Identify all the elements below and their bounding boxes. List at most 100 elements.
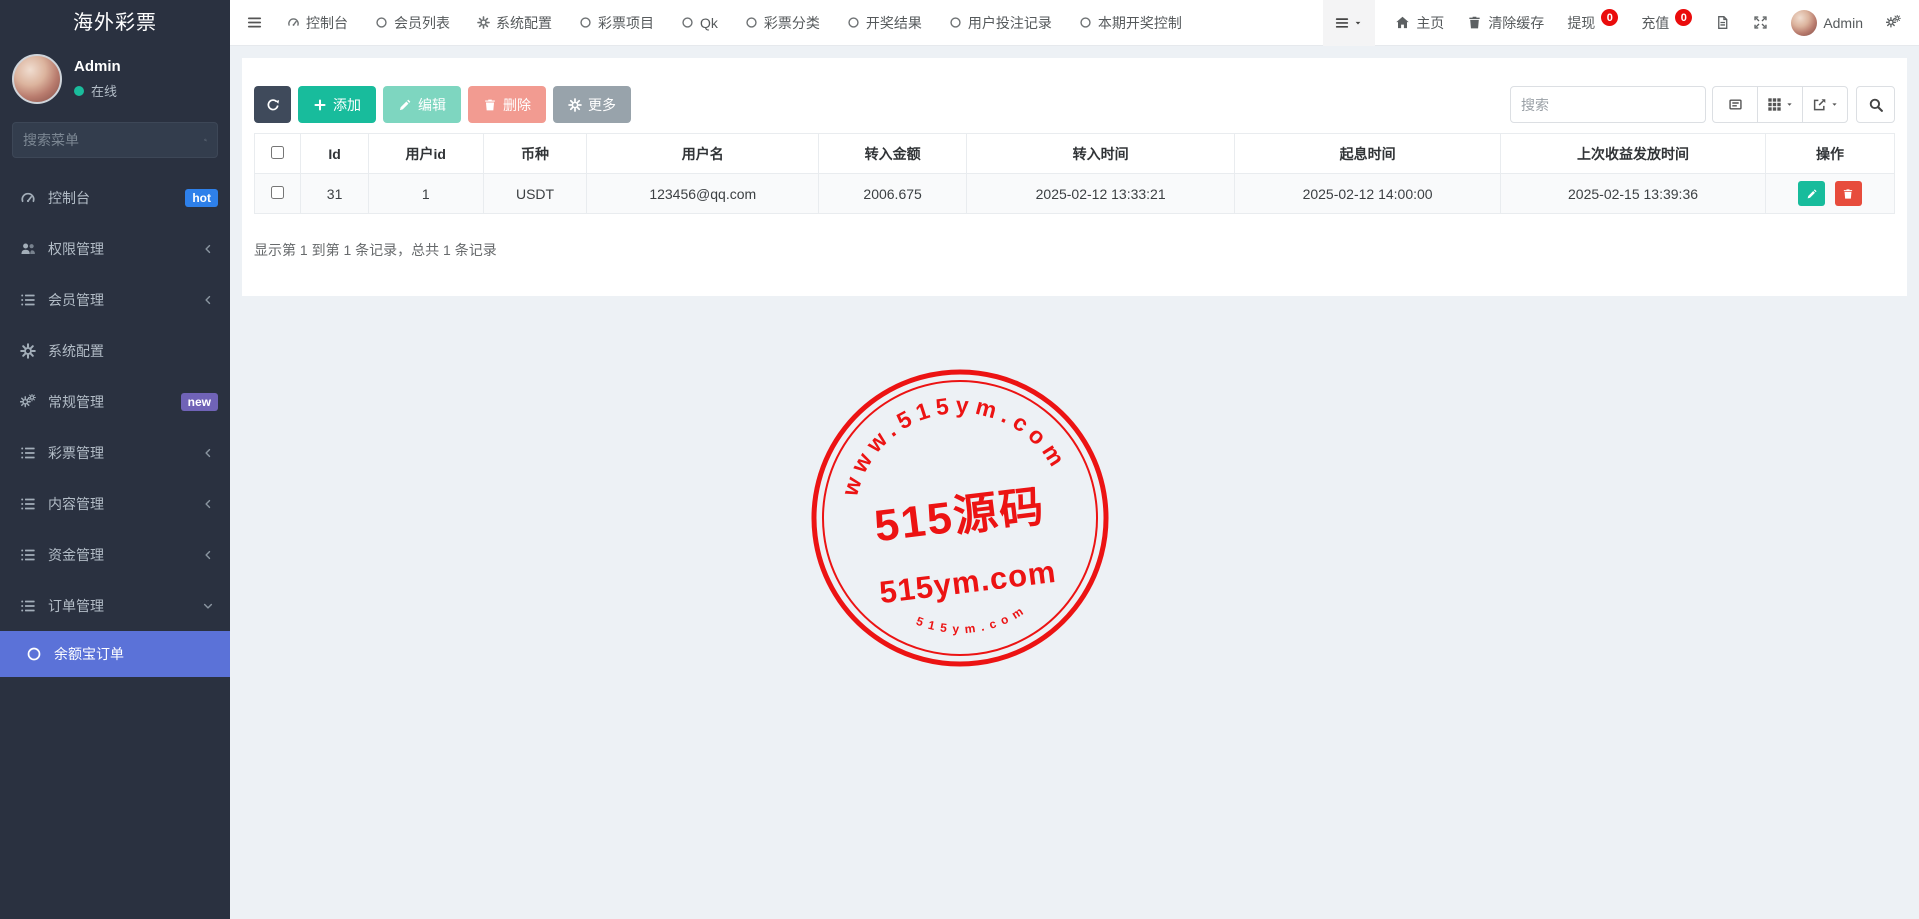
topbar-user[interactable]: Admin — [1791, 10, 1863, 36]
cell-amount: 2006.675 — [819, 174, 967, 214]
docs-button[interactable] — [1715, 15, 1730, 30]
topbar-right: 主页 清除缓存 提现 0 充值 0 — [1375, 10, 1919, 36]
column-header-interest-time: 起息时间 — [1235, 134, 1501, 174]
tab-member-list[interactable]: 会员列表 — [375, 13, 450, 33]
tab-qk[interactable]: Qk — [681, 15, 718, 31]
tab-label: 会员列表 — [394, 13, 450, 33]
fullscreen-button[interactable] — [1753, 15, 1768, 30]
sidebar-item-members[interactable]: 会员管理 — [0, 274, 230, 325]
tab-draw-control[interactable]: 本期开奖控制 — [1079, 13, 1182, 33]
home-button[interactable]: 主页 — [1395, 13, 1444, 33]
hot-badge: hot — [185, 189, 218, 207]
menu-toggle-icon[interactable] — [246, 15, 263, 30]
stamp-sub-text: 515ym.com — [877, 554, 1058, 610]
sidebar-item-orders[interactable]: 订单管理 — [0, 580, 230, 631]
more-button[interactable]: 更多 — [553, 86, 631, 123]
row-select-cell — [255, 174, 301, 214]
sidebar-search-input[interactable] — [23, 132, 204, 148]
tab-draw-results[interactable]: 开奖结果 — [847, 13, 922, 33]
tab-label: 开奖结果 — [866, 13, 922, 33]
export-icon — [1812, 97, 1827, 112]
select-all-cell — [255, 134, 301, 174]
chevron-left-icon — [202, 549, 214, 561]
tab-lottery-categories[interactable]: 彩票分类 — [745, 13, 820, 33]
sidebar-item-funds[interactable]: 资金管理 — [0, 529, 230, 580]
tab-system-config[interactable]: 系统配置 — [477, 13, 552, 33]
recharge-button[interactable]: 充值 0 — [1641, 13, 1692, 33]
cell-interest-time: 2025-02-12 14:00:00 — [1235, 174, 1501, 214]
table-header-row: Id 用户id 币种 用户名 转入金额 转入时间 起息时间 上次收益发放时间 操… — [255, 134, 1895, 174]
table-row[interactable]: 31 1 USDT 123456@qq.com 2006.675 2025-02… — [255, 174, 1895, 214]
delete-button[interactable]: 删除 — [468, 86, 546, 123]
tab-label: Qk — [700, 15, 718, 31]
tachometer-icon — [20, 190, 36, 206]
avatar[interactable] — [12, 54, 62, 104]
sidebar-item-permissions[interactable]: 权限管理 — [0, 223, 230, 274]
column-header-transfer-time: 转入时间 — [967, 134, 1235, 174]
column-header-user-id: 用户id — [368, 134, 483, 174]
sidebar-item-dashboard[interactable]: 控制台 hot — [0, 172, 230, 223]
chevron-left-icon — [202, 447, 214, 459]
sidebar-item-label: 控制台 — [48, 188, 90, 208]
column-header-actions: 操作 — [1765, 134, 1894, 174]
add-button[interactable]: 添加 — [298, 86, 376, 123]
avatar — [1791, 10, 1817, 36]
search-icon[interactable] — [204, 133, 207, 147]
circle-icon — [949, 16, 962, 29]
user-profile: Admin 在线 — [0, 46, 230, 114]
edit-button[interactable]: 编辑 — [383, 86, 461, 123]
tab-lottery-projects[interactable]: 彩票项目 — [579, 13, 654, 33]
sidebar-item-lottery[interactable]: 彩票管理 — [0, 427, 230, 478]
tab-label: 控制台 — [306, 13, 348, 33]
list-icon — [20, 292, 36, 308]
content-panel: 添加 编辑 删除 更多 — [242, 58, 1907, 296]
row-delete-button[interactable] — [1835, 181, 1862, 206]
expand-icon — [1753, 15, 1768, 30]
tab-dashboard[interactable]: 控制台 — [287, 13, 348, 33]
data-table: Id 用户id 币种 用户名 转入金额 转入时间 起息时间 上次收益发放时间 操… — [254, 133, 1895, 214]
columns-button[interactable] — [1757, 86, 1803, 123]
row-edit-button[interactable] — [1798, 181, 1825, 206]
circle-icon — [847, 16, 860, 29]
list-icon — [20, 496, 36, 512]
sidebar-item-label: 资金管理 — [48, 545, 104, 565]
clear-cache-button[interactable]: 清除缓存 — [1467, 13, 1544, 33]
export-button[interactable] — [1802, 86, 1848, 123]
tabs-dropdown-button[interactable] — [1323, 0, 1375, 46]
withdraw-count-badge: 0 — [1601, 9, 1618, 26]
list-icon — [20, 598, 36, 614]
cell-id: 31 — [301, 174, 368, 214]
gear-icon — [568, 98, 582, 112]
settings-button[interactable] — [1886, 15, 1901, 30]
search-toggle-button[interactable] — [1856, 86, 1895, 123]
select-all-checkbox[interactable] — [271, 146, 284, 159]
sidebar-item-label: 系统配置 — [48, 341, 104, 361]
user-status: 在线 — [91, 81, 117, 100]
home-label: 主页 — [1416, 13, 1444, 33]
refresh-icon — [266, 98, 280, 112]
cell-username: 123456@qq.com — [587, 174, 819, 214]
file-icon — [1715, 15, 1730, 30]
detail-view-button[interactable] — [1712, 86, 1758, 123]
table-search-input[interactable] — [1510, 86, 1706, 123]
chevron-left-icon — [202, 243, 214, 255]
column-header-id: Id — [301, 134, 368, 174]
sidebar-item-label: 内容管理 — [48, 494, 104, 514]
topbar: 控制台 会员列表 系统配置 彩票项目 Qk — [230, 0, 1919, 46]
chevron-left-icon — [202, 498, 214, 510]
sidebar-item-system-config[interactable]: 系统配置 — [0, 325, 230, 376]
tab-bet-records[interactable]: 用户投注记录 — [949, 13, 1052, 33]
sidebar-item-general[interactable]: 常规管理 new — [0, 376, 230, 427]
recharge-label: 充值 — [1641, 13, 1669, 33]
cell-last-payout-time: 2025-02-15 13:39:36 — [1501, 174, 1766, 214]
home-icon — [1395, 15, 1410, 30]
sidebar-item-yuebao-orders[interactable]: 余额宝订单 — [0, 631, 230, 677]
refresh-button[interactable] — [254, 86, 291, 123]
sidebar-item-label: 权限管理 — [48, 239, 104, 259]
chevron-left-icon — [202, 294, 214, 306]
user-name: Admin — [74, 58, 121, 75]
sidebar-item-content[interactable]: 内容管理 — [0, 478, 230, 529]
column-header-last-payout-time: 上次收益发放时间 — [1501, 134, 1766, 174]
withdraw-button[interactable]: 提现 0 — [1567, 13, 1618, 33]
row-checkbox[interactable] — [271, 186, 284, 199]
